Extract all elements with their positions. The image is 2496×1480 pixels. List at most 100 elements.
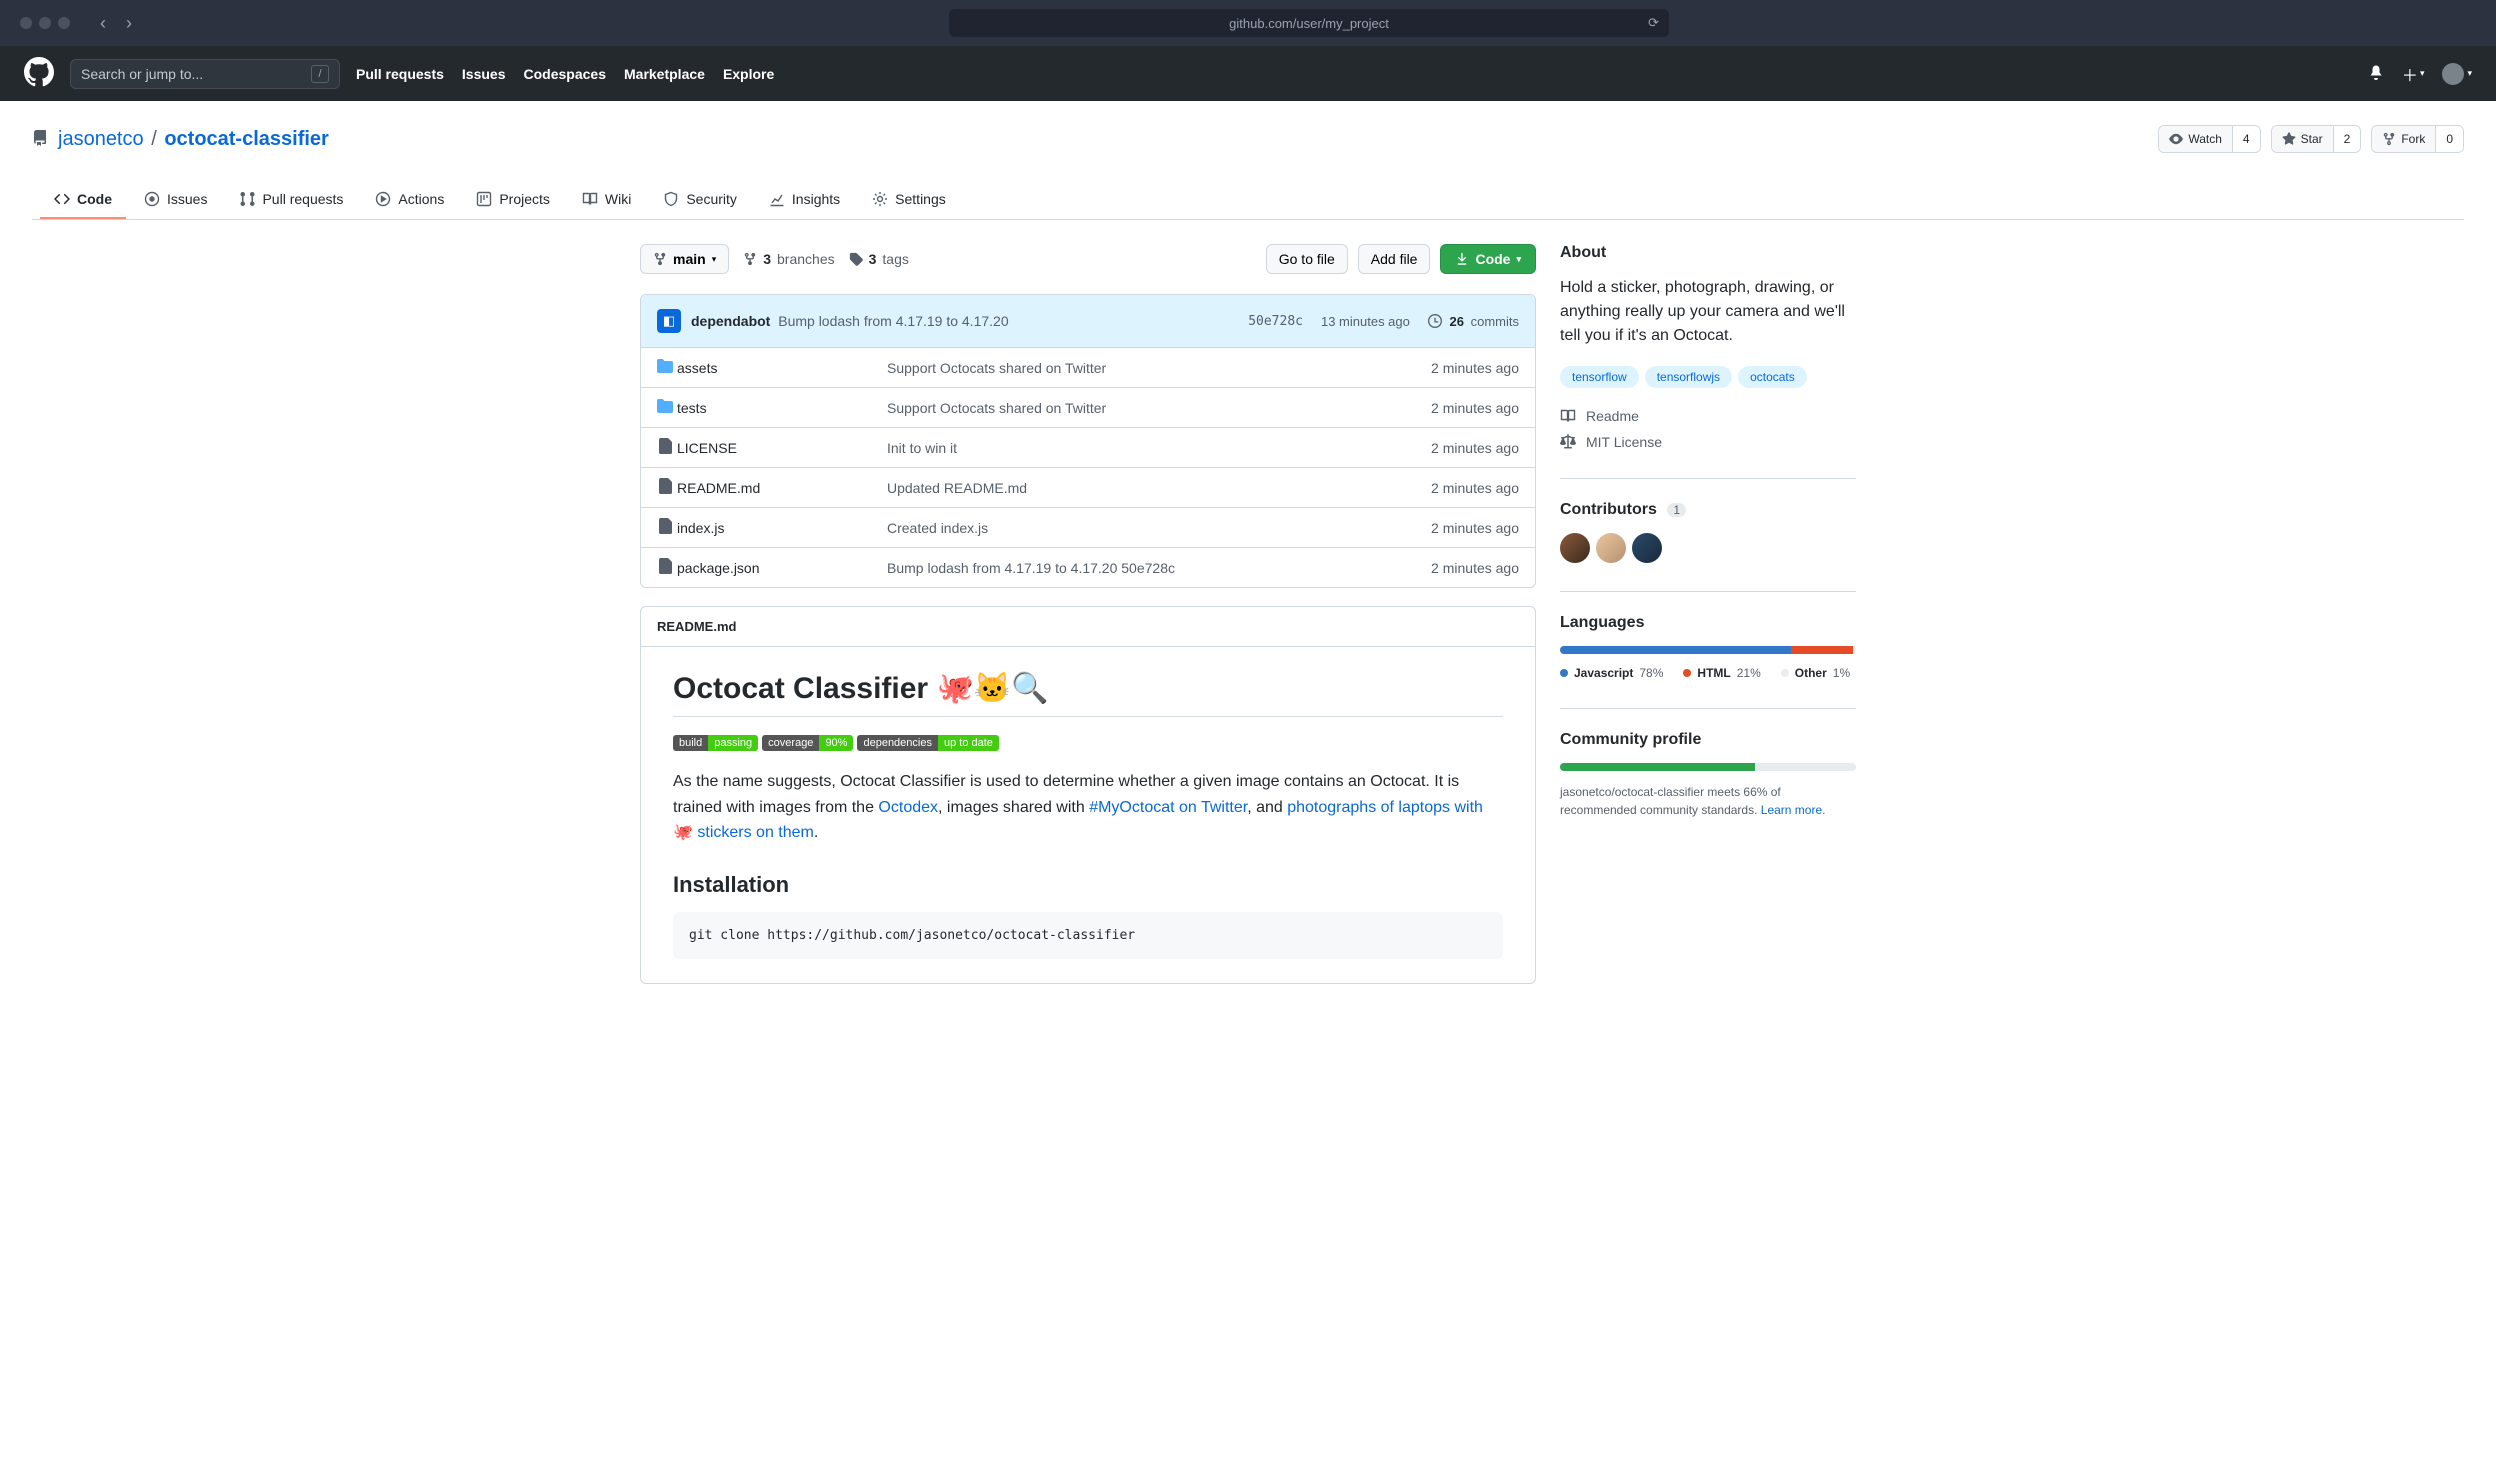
eye-icon: [2169, 132, 2183, 146]
tab-insights[interactable]: Insights: [755, 181, 854, 219]
create-new-menu[interactable]: ＋▾: [2402, 62, 2425, 86]
tags-link[interactable]: 3 tags: [849, 251, 909, 267]
reload-icon[interactable]: ⟳: [1648, 15, 1659, 31]
file-name[interactable]: README.md: [677, 480, 887, 496]
pr-icon: [239, 191, 255, 207]
commit-sha[interactable]: 50e728c: [1248, 314, 1303, 329]
file-commit-message[interactable]: Support Octocats shared on Twitter: [887, 360, 1431, 376]
github-logo-icon[interactable]: [24, 57, 54, 90]
code-download-button[interactable]: Code ▾: [1440, 244, 1536, 274]
folder-icon: [657, 358, 677, 377]
contributor-avatar[interactable]: [1596, 533, 1626, 563]
file-name[interactable]: package.json: [677, 560, 887, 576]
browser-chrome: ‹ › github.com/user/my_project ⟳: [0, 0, 2496, 46]
tag-icon: [849, 252, 863, 266]
close-window-icon[interactable]: [20, 17, 32, 29]
commit-message[interactable]: Bump lodash from 4.17.19 to 4.17.20: [778, 313, 1008, 329]
file-commit-message[interactable]: Init to win it: [887, 440, 1431, 456]
go-to-file-button[interactable]: Go to file: [1266, 244, 1348, 274]
learn-more-link[interactable]: Learn more: [1761, 803, 1822, 817]
add-file-button[interactable]: Add file: [1358, 244, 1431, 274]
languages-bar: [1560, 646, 1856, 654]
commit-author[interactable]: dependabot: [691, 313, 770, 329]
url-bar[interactable]: github.com/user/my_project ⟳: [949, 9, 1669, 37]
readme-box: README.md Octocat Classifier 🐙🐱🔍 buildpa…: [640, 606, 1536, 984]
zoom-window-icon[interactable]: [58, 17, 70, 29]
lang-item[interactable]: Javascript 78%: [1560, 666, 1663, 680]
file-name[interactable]: LICENSE: [677, 440, 887, 456]
nav-marketplace[interactable]: Marketplace: [624, 66, 705, 82]
back-icon[interactable]: ‹: [100, 13, 106, 34]
owner-link[interactable]: jasonetco: [58, 128, 144, 150]
link-octodex[interactable]: Octodex: [878, 799, 938, 816]
directory-row[interactable]: testsSupport Octocats shared on Twitter2…: [641, 387, 1535, 427]
user-menu[interactable]: ▾: [2442, 63, 2472, 85]
contributor-avatar[interactable]: [1632, 533, 1662, 563]
directory-row[interactable]: assetsSupport Octocats shared on Twitter…: [641, 347, 1535, 387]
file-name[interactable]: tests: [677, 400, 887, 416]
notifications-icon[interactable]: [2368, 64, 2384, 83]
chevron-down-icon: ▾: [1516, 254, 1521, 265]
watch-button[interactable]: Watch 4: [2158, 125, 2260, 153]
file-name[interactable]: index.js: [677, 520, 887, 536]
tab-wiki[interactable]: Wiki: [568, 181, 645, 219]
tab-pull-requests[interactable]: Pull requests: [225, 181, 357, 219]
tab-code[interactable]: Code: [40, 181, 126, 219]
nav-explore[interactable]: Explore: [723, 66, 774, 82]
link-hashtag[interactable]: #MyOctocat on Twitter: [1089, 799, 1247, 816]
topic-tag[interactable]: tensorflow: [1560, 366, 1639, 388]
file-row[interactable]: package.jsonBump lodash from 4.17.19 to …: [641, 547, 1535, 587]
file-commit-message[interactable]: Updated README.md: [887, 480, 1431, 496]
contributor-avatar[interactable]: [1560, 533, 1590, 563]
branch-icon: [653, 252, 667, 266]
bot-avatar-icon: ◧: [657, 309, 681, 333]
license-link[interactable]: MIT License: [1560, 434, 1856, 450]
latest-commit[interactable]: ◧ dependabot Bump lodash from 4.17.19 to…: [641, 295, 1535, 347]
play-icon: [375, 191, 391, 207]
badge: coverage90%: [762, 735, 853, 751]
topic-tag[interactable]: tensorflowjs: [1645, 366, 1732, 388]
nav-pull-requests[interactable]: Pull requests: [356, 66, 444, 82]
nav-issues[interactable]: Issues: [462, 66, 506, 82]
lang-dot-icon: [1781, 669, 1789, 677]
contributor-avatars: [1560, 533, 1856, 563]
star-button[interactable]: Star 2: [2271, 125, 2362, 153]
install-command[interactable]: git clone https://github.com/jasonetco/o…: [673, 912, 1503, 959]
nav-codespaces[interactable]: Codespaces: [524, 66, 606, 82]
file-row[interactable]: LICENSEInit to win it2 minutes ago: [641, 427, 1535, 467]
branch-select[interactable]: main ▾: [640, 244, 729, 274]
avatar-icon: [2442, 63, 2464, 85]
file-time: 2 minutes ago: [1431, 560, 1519, 576]
file-commit-message[interactable]: Created index.js: [887, 520, 1431, 536]
topic-tag[interactable]: octocats: [1738, 366, 1807, 388]
lang-segment: [1853, 646, 1856, 654]
slash-key-icon: /: [311, 65, 329, 83]
repo-name-link[interactable]: octocat-classifier: [164, 128, 329, 150]
file-time: 2 minutes ago: [1431, 520, 1519, 536]
branches-link[interactable]: 3 branches: [743, 251, 834, 267]
tab-issues[interactable]: Issues: [130, 181, 221, 219]
file-row[interactable]: README.mdUpdated README.md2 minutes ago: [641, 467, 1535, 507]
search-input[interactable]: Search or jump to... /: [70, 59, 340, 89]
file-name[interactable]: assets: [677, 360, 887, 376]
lang-segment: [1791, 646, 1853, 654]
minimize-window-icon[interactable]: [39, 17, 51, 29]
commits-link[interactable]: 26 commits: [1428, 314, 1519, 329]
tab-actions[interactable]: Actions: [361, 181, 458, 219]
lang-item[interactable]: Other 1%: [1781, 666, 1850, 680]
install-heading: Installation: [673, 872, 1503, 898]
readme-filename: README.md: [641, 607, 1535, 647]
tab-projects[interactable]: Projects: [462, 181, 564, 219]
fork-button[interactable]: Fork 0: [2371, 125, 2464, 153]
commit-time: 13 minutes ago: [1321, 314, 1410, 329]
contributors-title[interactable]: Contributors 1: [1560, 501, 1856, 519]
readme-title: Octocat Classifier 🐙🐱🔍: [673, 671, 1503, 717]
file-row[interactable]: index.jsCreated index.js2 minutes ago: [641, 507, 1535, 547]
tab-settings[interactable]: Settings: [858, 181, 960, 219]
readme-link[interactable]: Readme: [1560, 408, 1856, 424]
file-commit-message[interactable]: Support Octocats shared on Twitter: [887, 400, 1431, 416]
lang-item[interactable]: HTML 21%: [1683, 666, 1760, 680]
tab-security[interactable]: Security: [649, 181, 751, 219]
file-commit-message[interactable]: Bump lodash from 4.17.19 to 4.17.20 50e7…: [887, 560, 1431, 576]
forward-icon[interactable]: ›: [126, 13, 132, 34]
